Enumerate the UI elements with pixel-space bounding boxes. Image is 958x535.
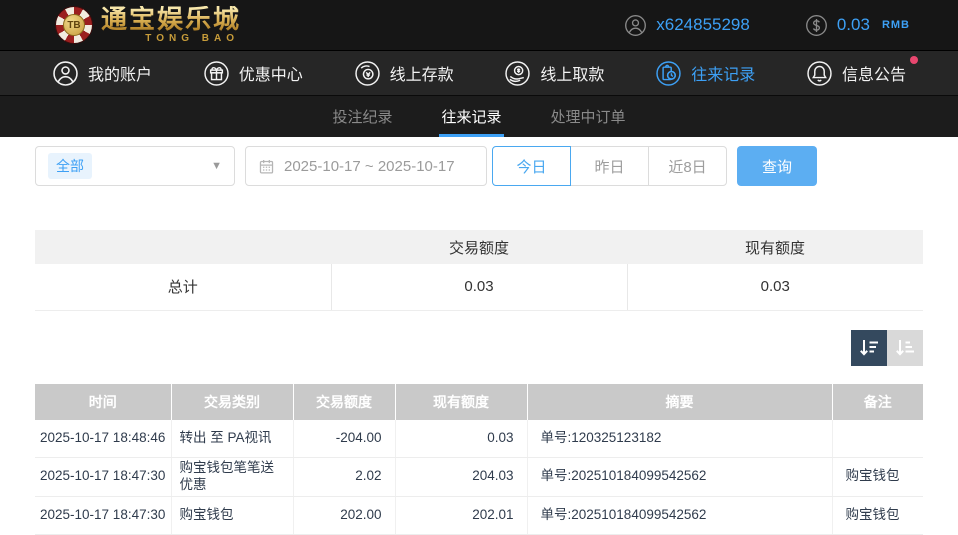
summary-total-row: 总计 0.03 0.03 [35,264,923,310]
summary-header-current-amount: 现有额度 [627,230,923,264]
chip-monogram: TB [63,14,85,36]
date-range-value: 2025-10-17 ~ 2025-10-17 [284,158,455,175]
selected-type-tag: 全部 [48,153,92,179]
nav-item-deposit[interactable]: 线上存款 [354,60,454,87]
tab-pending-orders[interactable]: 处理中订单 [549,96,628,137]
summary-header-empty [35,230,331,264]
user-icon [52,60,79,87]
cell-balance: 202.01 [395,496,527,534]
bell-icon [806,60,833,87]
table-row: 2025-10-17 18:47:30 购宝钱包笔笔送优惠 2.02 204.0… [35,458,923,497]
col-header-amount: 交易额度 [293,384,395,420]
user-circle-icon [624,14,647,37]
sub-tab-bar: 投注纪录 往来记录 处理中订单 [0,95,958,137]
username-value: x624855298 [656,15,750,35]
col-header-note: 备注 [832,384,923,420]
poker-chip-icon: TB [55,6,93,44]
logo-subtitle: TONG BAO [101,34,241,44]
tab-label: 处理中订单 [551,106,626,127]
logo-title: 通宝娱乐城 [101,6,241,32]
records-header-row: 时间 交易类别 交易额度 现有额度 摘要 备注 [35,384,923,420]
currency-label: RMB [882,19,910,31]
quick-date-group: 今日 昨日 近8日 [492,146,727,186]
content-area: 全部 ▼ 2025-10-17 ~ 2025-10-17 今日 昨日 近8日 查 [0,137,958,535]
cell-time: 2025-10-17 18:47:30 [35,496,171,534]
cell-time: 2025-10-17 18:48:46 [35,420,171,458]
sort-controls [35,330,923,366]
sort-descending-button[interactable] [851,330,887,366]
table-row: 2025-10-17 18:47:30 购宝钱包 202.00 202.01 单… [35,496,923,534]
gift-icon [203,60,230,87]
logo-text: 通宝娱乐城 TONG BAO [101,6,241,44]
nav-item-withdraw[interactable]: 线上取款 [504,60,604,87]
nav-item-my-account[interactable]: 我的账户 [52,60,152,87]
col-header-summary: 摘要 [527,384,832,420]
nav-label: 信息公告 [842,61,906,85]
type-select[interactable]: 全部 ▼ [35,146,235,186]
nav-label: 线上存款 [390,61,454,85]
site-logo[interactable]: TB 通宝娱乐城 TONG BAO [55,6,241,44]
nav-label: 我的账户 [88,61,152,85]
cell-type: 转出 至 PA视讯 [171,420,293,458]
summary-header-transaction-amount: 交易额度 [331,230,627,264]
account-username[interactable]: x624855298 [624,14,750,37]
header-account-area: x624855298 0.03 RMB [624,14,910,37]
deposit-icon [354,60,381,87]
col-header-balance: 现有额度 [395,384,527,420]
cell-balance: 204.03 [395,458,527,497]
cell-balance: 0.03 [395,420,527,458]
balance-value: 0.03 [837,15,870,35]
quick-yesterday-button[interactable]: 昨日 [570,146,649,186]
nav-item-promotions[interactable]: 优惠中心 [203,60,303,87]
summary-header-row: 交易额度 现有额度 [35,230,923,264]
cell-amount: 2.02 [293,458,395,497]
cell-summary: 单号:120325123182 [527,420,832,458]
cell-type: 购宝钱包笔笔送优惠 [171,458,293,497]
calendar-icon [258,158,275,175]
summary-table: 交易额度 现有额度 总计 0.03 0.03 [35,230,923,311]
withdraw-icon [504,60,531,87]
tab-label: 往来记录 [441,106,501,127]
summary-total-label: 总计 [35,264,331,310]
cell-amount: -204.00 [293,420,395,458]
nav-label: 往来记录 [691,61,755,85]
nav-item-transaction-records[interactable]: 往来记录 [655,60,755,87]
nav-item-announcements[interactable]: 信息公告 [806,60,906,87]
sort-ascending-button[interactable] [887,330,923,366]
cell-time: 2025-10-17 18:47:30 [35,458,171,497]
cell-amount: 202.00 [293,496,395,534]
nav-label: 线上取款 [540,61,604,85]
top-header: TB 通宝娱乐城 TONG BAO x624855298 [0,0,958,50]
search-button[interactable]: 查询 [737,146,817,186]
main-nav: 我的账户 优惠中心 [0,50,958,95]
cell-type: 购宝钱包 [171,496,293,534]
cell-note [832,420,923,458]
cell-summary: 单号:202510184099542562 [527,496,832,534]
date-range-input[interactable]: 2025-10-17 ~ 2025-10-17 [245,146,487,186]
col-header-time: 时间 [35,384,171,420]
table-row: 2025-10-17 18:48:46 转出 至 PA视讯 -204.00 0.… [35,420,923,458]
tab-betting-records[interactable]: 投注纪录 [330,96,394,137]
col-header-type: 交易类别 [171,384,293,420]
cell-summary: 单号:202510184099542562 [527,458,832,497]
tab-label: 投注纪录 [332,106,392,127]
quick-last8days-button[interactable]: 近8日 [648,146,727,186]
quick-today-button[interactable]: 今日 [492,146,571,186]
chevron-down-icon: ▼ [211,160,222,172]
notification-dot [910,56,918,64]
summary-transaction-amount: 0.03 [331,264,627,310]
nav-label: 优惠中心 [239,61,303,85]
account-balance[interactable]: 0.03 RMB [805,14,910,37]
cell-note: 购宝钱包 [832,496,923,534]
cell-note: 购宝钱包 [832,458,923,497]
tab-transaction-records[interactable]: 往来记录 [439,96,503,137]
summary-current-amount: 0.03 [627,264,923,310]
records-table: 时间 交易类别 交易额度 现有额度 摘要 备注 2025-10-17 18:48… [35,384,923,535]
records-icon [655,60,682,87]
filter-row: 全部 ▼ 2025-10-17 ~ 2025-10-17 今日 昨日 近8日 查 [35,146,923,186]
transaction-records-page: TB 通宝娱乐城 TONG BAO x624855298 [0,0,958,533]
dollar-circle-icon [805,14,828,37]
